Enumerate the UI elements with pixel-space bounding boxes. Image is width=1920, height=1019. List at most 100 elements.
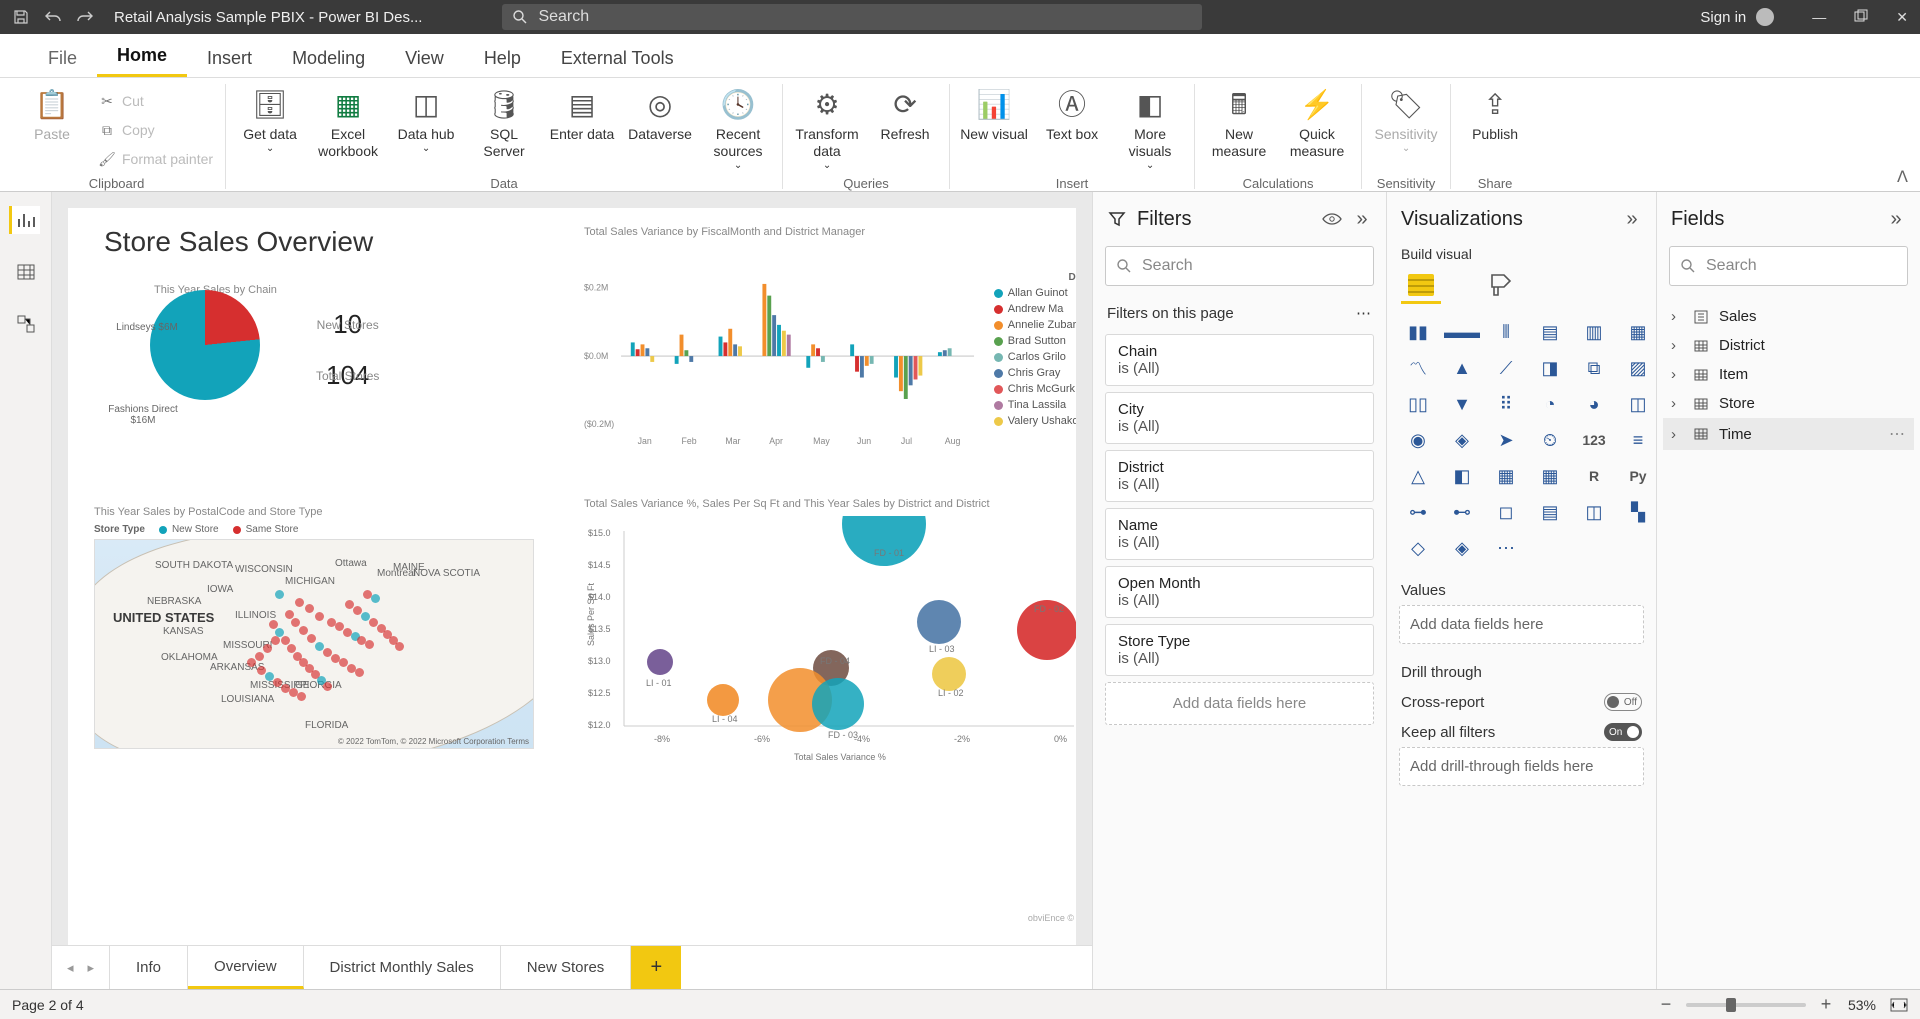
visual-type-icon[interactable]: 123 bbox=[1577, 426, 1611, 454]
visual-type-icon[interactable]: ▤ bbox=[1533, 318, 1567, 346]
report-view-icon[interactable] bbox=[12, 206, 40, 234]
visual-type-icon[interactable]: ▦ bbox=[1489, 462, 1523, 490]
tab-insert[interactable]: Insert bbox=[187, 38, 272, 77]
filter-card[interactable]: Cityis (All) bbox=[1105, 392, 1374, 444]
dataverse-button[interactable]: ◎Dataverse bbox=[624, 84, 696, 174]
collapse-ribbon-icon[interactable]: ᐱ bbox=[1897, 167, 1908, 187]
filters-search[interactable]: Search bbox=[1105, 246, 1374, 286]
page-tab-info[interactable]: Info bbox=[110, 946, 188, 989]
zoom-in-button[interactable]: + bbox=[1816, 994, 1836, 1015]
collapse-pane-icon[interactable]: » bbox=[1886, 209, 1906, 229]
visual-type-icon[interactable]: Py bbox=[1621, 462, 1655, 490]
visual-type-icon[interactable]: ➤ bbox=[1489, 426, 1523, 454]
close-icon[interactable]: ✕ bbox=[1896, 9, 1908, 26]
field-row[interactable]: ›Time⋯ bbox=[1663, 418, 1914, 450]
collapse-pane-icon[interactable]: » bbox=[1622, 209, 1642, 229]
visual-type-icon[interactable]: ▤ bbox=[1533, 498, 1567, 526]
recent-sources-button[interactable]: 🕓Recent sources⌄ bbox=[702, 84, 774, 174]
visual-type-icon[interactable]: ◉ bbox=[1401, 426, 1435, 454]
minimize-icon[interactable]: — bbox=[1812, 9, 1826, 26]
page-next-icon[interactable]: ▸ bbox=[88, 960, 95, 976]
format-visual-mode-icon[interactable] bbox=[1481, 268, 1521, 304]
visual-type-icon[interactable]: ▼ bbox=[1445, 390, 1479, 418]
visual-type-icon[interactable]: ▦ bbox=[1533, 462, 1567, 490]
tab-external-tools[interactable]: External Tools bbox=[541, 38, 694, 77]
visual-type-icon[interactable]: ▲ bbox=[1445, 354, 1479, 382]
enter-data-button[interactable]: ▤Enter data bbox=[546, 84, 618, 174]
visual-type-icon[interactable]: ⫴ bbox=[1489, 318, 1523, 346]
global-search[interactable]: Search bbox=[502, 4, 1202, 30]
tab-help[interactable]: Help bbox=[464, 38, 541, 77]
paste-button[interactable]: 📋 Paste bbox=[16, 84, 88, 174]
visual-map[interactable]: This Year Sales by PostalCode and Store … bbox=[94, 486, 574, 927]
visual-type-icon[interactable]: ◇ bbox=[1401, 534, 1435, 562]
visual-variance-bars[interactable]: Total Sales Variance by FiscalMonth and … bbox=[574, 226, 1076, 486]
visual-type-icon[interactable]: ◨ bbox=[1533, 354, 1567, 382]
more-visuals-button[interactable]: ◧More visuals⌄ bbox=[1114, 84, 1186, 174]
visual-type-icon[interactable]: ▯▯ bbox=[1401, 390, 1435, 418]
visual-type-icon[interactable]: ⊷ bbox=[1445, 498, 1479, 526]
add-page-button[interactable]: + bbox=[631, 946, 681, 989]
visual-type-icon[interactable]: ▦ bbox=[1621, 318, 1655, 346]
visual-type-icon[interactable]: ▚ bbox=[1621, 498, 1655, 526]
visual-type-icon[interactable]: ◈ bbox=[1445, 426, 1479, 454]
visual-type-icon[interactable]: ◫ bbox=[1577, 498, 1611, 526]
fields-search[interactable]: Search bbox=[1669, 246, 1908, 286]
build-visual-mode-icon[interactable] bbox=[1401, 268, 1441, 304]
values-drop[interactable]: Add data fields here bbox=[1399, 605, 1644, 644]
visual-type-icon[interactable]: ⟋ bbox=[1489, 354, 1523, 382]
get-data-button[interactable]: 🗄Get data⌄ bbox=[234, 84, 306, 174]
keep-filters-toggle[interactable]: On bbox=[1604, 723, 1642, 741]
tab-modeling[interactable]: Modeling bbox=[272, 38, 385, 77]
text-box-button[interactable]: ⒶText box bbox=[1036, 84, 1108, 174]
visual-type-icon[interactable]: ◫ bbox=[1621, 390, 1655, 418]
visual-type-icon[interactable]: ⠿ bbox=[1489, 390, 1523, 418]
page-tab-overview[interactable]: Overview bbox=[188, 946, 304, 989]
quick-measure-button[interactable]: ⚡Quick measure bbox=[1281, 84, 1353, 174]
visual-type-icon[interactable]: ◻ bbox=[1489, 498, 1523, 526]
sensitivity-button[interactable]: 🏷Sensitivity⌄ bbox=[1370, 84, 1442, 174]
page-prev-icon[interactable]: ◂ bbox=[67, 960, 74, 976]
visual-type-icon[interactable]: ⧉ bbox=[1577, 354, 1611, 382]
sign-in-button[interactable]: Sign in bbox=[1700, 8, 1774, 26]
visual-type-icon[interactable]: ◔ bbox=[1533, 390, 1567, 418]
visual-type-icon[interactable]: ◕ bbox=[1577, 390, 1611, 418]
tab-view[interactable]: View bbox=[385, 38, 464, 77]
field-row[interactable]: ›Item bbox=[1663, 360, 1914, 389]
filter-card[interactable]: Nameis (All) bbox=[1105, 508, 1374, 560]
visual-pie-kpi[interactable]: This Year Sales by Chain Lindseys $6M Fa… bbox=[94, 226, 574, 486]
visual-type-icon[interactable]: ▬▬ bbox=[1445, 318, 1479, 346]
more-icon[interactable]: ⋯ bbox=[1889, 424, 1906, 444]
redo-icon[interactable] bbox=[76, 8, 94, 26]
visual-type-icon[interactable]: ⊶ bbox=[1401, 498, 1435, 526]
visual-type-icon[interactable]: 〽 bbox=[1401, 354, 1435, 382]
publish-button[interactable]: ⇪Publish bbox=[1459, 84, 1531, 174]
page-tab-district[interactable]: District Monthly Sales bbox=[304, 946, 501, 989]
model-view-icon[interactable] bbox=[12, 310, 40, 338]
zoom-slider[interactable] bbox=[1686, 1003, 1806, 1007]
report-canvas[interactable]: Store Sales Overview This Year Sales by … bbox=[68, 208, 1076, 945]
visual-type-icon[interactable]: ◈ bbox=[1445, 534, 1479, 562]
save-icon[interactable] bbox=[12, 8, 30, 26]
more-icon[interactable]: ⋯ bbox=[1356, 304, 1372, 322]
transform-data-button[interactable]: ⚙Transform data⌄ bbox=[791, 84, 863, 174]
visual-type-icon[interactable]: ≡ bbox=[1621, 426, 1655, 454]
field-row[interactable]: ›Store bbox=[1663, 389, 1914, 418]
new-measure-button[interactable]: 🖩New measure bbox=[1203, 84, 1275, 174]
filter-card[interactable]: Districtis (All) bbox=[1105, 450, 1374, 502]
visual-type-icon[interactable]: ⏲ bbox=[1533, 426, 1567, 454]
zoom-out-button[interactable]: − bbox=[1656, 994, 1676, 1015]
undo-icon[interactable] bbox=[44, 8, 62, 26]
visual-type-icon[interactable]: ▮▮ bbox=[1401, 318, 1435, 346]
copy-button[interactable]: ⧉Copy bbox=[94, 117, 217, 143]
field-row[interactable]: ›District bbox=[1663, 331, 1914, 360]
excel-workbook-button[interactable]: ▦Excel workbook bbox=[312, 84, 384, 174]
visual-type-icon[interactable]: ⋯ bbox=[1489, 534, 1523, 562]
page-tab-newstores[interactable]: New Stores bbox=[501, 946, 632, 989]
maximize-icon[interactable] bbox=[1854, 9, 1868, 26]
sql-server-button[interactable]: 🛢SQL Server bbox=[468, 84, 540, 174]
refresh-button[interactable]: ⟳Refresh bbox=[869, 84, 941, 174]
filters-add-drop[interactable]: Add data fields here bbox=[1105, 682, 1374, 725]
new-visual-button[interactable]: 📊New visual bbox=[958, 84, 1030, 174]
filter-card[interactable]: Open Monthis (All) bbox=[1105, 566, 1374, 618]
